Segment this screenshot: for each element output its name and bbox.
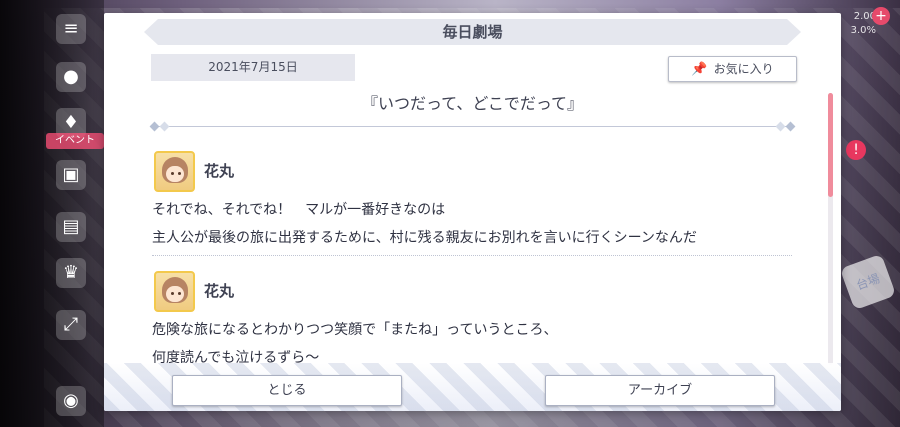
side-menu: ≡ ● ♦ イベント ▣ ▤ ♛ ⤢ ◉ [0, 0, 104, 427]
avatar-eye [171, 292, 174, 295]
event-tag: イベント [46, 133, 104, 149]
dialogue-line: それでね、それでね！ マルが一番好きなのは [152, 202, 446, 218]
title-divider [156, 126, 788, 127]
speaker-name: 花丸 [204, 162, 235, 180]
hanamaru-avatar [154, 271, 195, 312]
episode-date: 2021年7月15日 [151, 54, 355, 81]
favorite-button-label: お気に入り [713, 62, 774, 76]
fullscreen-icon[interactable]: ⤢ [56, 310, 86, 340]
menu-icon[interactable]: ≡ [56, 14, 86, 44]
speaker-name: 花丸 [204, 282, 235, 300]
divider-left-diamond-small [159, 121, 170, 132]
divider-right-diamond [785, 121, 796, 132]
close-button[interactable]: とじる [172, 375, 402, 406]
dialogue-line: 主人公が最後の旅に出発するために、村に残る親友にお別れを言いに行くシーンなんだ [152, 230, 697, 246]
divider-left-diamond [149, 121, 160, 132]
pin-icon: 📌 [691, 62, 708, 77]
profile-icon[interactable]: ◉ [56, 386, 86, 416]
chat-icon[interactable]: ● [56, 62, 86, 92]
message-icon[interactable]: ▤ [56, 212, 86, 242]
avatar-face [166, 166, 184, 182]
favorite-button[interactable]: 📌 お気に入り [668, 56, 797, 82]
trophy-icon[interactable]: ♛ [56, 258, 86, 288]
top-right-status: 2.00 3.0% [850, 11, 876, 36]
add-icon[interactable]: + [872, 7, 890, 25]
divider-right-diamond-small [775, 121, 786, 132]
dialogue-line: 危険な旅になるとわかりつつ笑顔で「またね」っていうところ、 [152, 322, 558, 338]
avatar-eye [178, 172, 181, 175]
message-divider [152, 255, 792, 256]
alert-icon[interactable]: ! [846, 140, 866, 160]
scrollbar-thumb[interactable] [828, 93, 833, 197]
avatar-eye [178, 292, 181, 295]
episode-title: 『いつだって、どこでだって』 [361, 94, 584, 113]
dialog-title: 毎日劇場 [442, 23, 503, 41]
archive-button[interactable]: アーカイブ [545, 375, 775, 406]
gift-icon[interactable]: ▣ [56, 160, 86, 190]
hanamaru-avatar [154, 151, 195, 192]
dialog-title-bar: 毎日劇場 [144, 19, 801, 45]
avatar-eye [171, 172, 174, 175]
avatar-face [166, 286, 184, 302]
daily-theater-dialog: 毎日劇場 2021年7月15日 📌 お気に入り 『いつだって、どこでだって』 花丸… [104, 13, 841, 411]
